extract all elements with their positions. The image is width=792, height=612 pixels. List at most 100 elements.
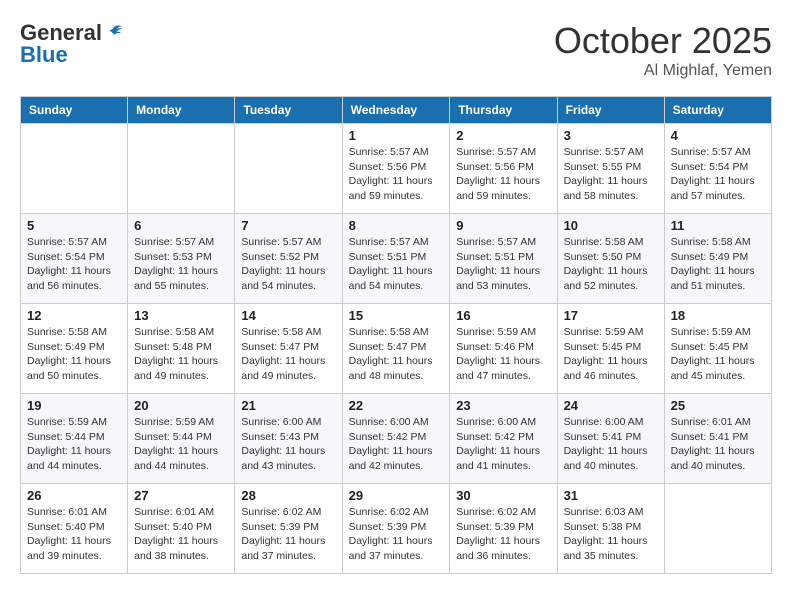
day-info: Sunrise: 6:00 AM Sunset: 5:42 PM Dayligh… <box>456 415 550 474</box>
calendar-cell: 28 Sunrise: 6:02 AM Sunset: 5:39 PM Dayli… <box>235 484 342 574</box>
day-number: 20 <box>134 398 228 413</box>
day-info: Sunrise: 5:59 AM Sunset: 5:46 PM Dayligh… <box>456 325 550 384</box>
day-of-week-header: Saturday <box>664 97 771 124</box>
calendar-cell <box>235 124 342 214</box>
day-info: Sunrise: 5:57 AM Sunset: 5:54 PM Dayligh… <box>671 145 765 204</box>
day-of-week-header: Wednesday <box>342 97 450 124</box>
calendar-cell: 9 Sunrise: 5:57 AM Sunset: 5:51 PM Daylig… <box>450 214 557 304</box>
calendar-cell: 5 Sunrise: 5:57 AM Sunset: 5:54 PM Daylig… <box>21 214 128 304</box>
calendar-cell: 27 Sunrise: 6:01 AM Sunset: 5:40 PM Dayli… <box>128 484 235 574</box>
calendar-cell: 1 Sunrise: 5:57 AM Sunset: 5:56 PM Daylig… <box>342 124 450 214</box>
day-number: 22 <box>349 398 444 413</box>
calendar-cell: 12Sunrise: 5:58 AM Sunset: 5:49 PM Dayli… <box>21 304 128 394</box>
calendar-cell: 31Sunrise: 6:03 AM Sunset: 5:38 PM Dayli… <box>557 484 664 574</box>
day-number: 13 <box>134 308 228 323</box>
day-info: Sunrise: 5:58 AM Sunset: 5:49 PM Dayligh… <box>671 235 765 294</box>
day-number: 17 <box>564 308 658 323</box>
calendar-cell: 10 Sunrise: 5:58 AM Sunset: 5:50 PM Dayli… <box>557 214 664 304</box>
day-info: Sunrise: 5:59 AM Sunset: 5:44 PM Dayligh… <box>27 415 121 474</box>
day-number: 4 <box>671 128 765 143</box>
day-info: Sunrise: 5:57 AM Sunset: 5:51 PM Dayligh… <box>456 235 550 294</box>
day-number: 14 <box>241 308 335 323</box>
day-number: 16 <box>456 308 550 323</box>
day-info: Sunrise: 6:03 AM Sunset: 5:38 PM Dayligh… <box>564 505 658 564</box>
calendar-cell: 26Sunrise: 6:01 AM Sunset: 5:40 PM Dayli… <box>21 484 128 574</box>
calendar-cell: 25 Sunrise: 6:01 AM Sunset: 5:41 PM Dayli… <box>664 394 771 484</box>
calendar-cell <box>664 484 771 574</box>
day-number: 8 <box>349 218 444 233</box>
calendar-cell: 7 Sunrise: 5:57 AM Sunset: 5:52 PM Daylig… <box>235 214 342 304</box>
calendar-cell: 29 Sunrise: 6:02 AM Sunset: 5:39 PM Dayli… <box>342 484 450 574</box>
day-number: 30 <box>456 488 550 503</box>
day-info: Sunrise: 5:59 AM Sunset: 5:45 PM Dayligh… <box>671 325 765 384</box>
day-info: Sunrise: 5:57 AM Sunset: 5:54 PM Dayligh… <box>27 235 121 294</box>
calendar-cell: 2Sunrise: 5:57 AM Sunset: 5:56 PM Daylig… <box>450 124 557 214</box>
day-number: 12 <box>27 308 121 323</box>
day-info: Sunrise: 5:58 AM Sunset: 5:47 PM Dayligh… <box>241 325 335 384</box>
day-number: 24 <box>564 398 658 413</box>
day-number: 2 <box>456 128 550 143</box>
day-number: 9 <box>456 218 550 233</box>
calendar-cell: 3 Sunrise: 5:57 AM Sunset: 5:55 PM Daylig… <box>557 124 664 214</box>
day-number: 29 <box>349 488 444 503</box>
day-info: Sunrise: 5:58 AM Sunset: 5:50 PM Dayligh… <box>564 235 658 294</box>
calendar-cell: 19 Sunrise: 5:59 AM Sunset: 5:44 PM Dayli… <box>21 394 128 484</box>
day-info: Sunrise: 6:02 AM Sunset: 5:39 PM Dayligh… <box>456 505 550 564</box>
day-of-week-header: Tuesday <box>235 97 342 124</box>
location: Al Mighlaf, Yemen <box>554 62 772 80</box>
calendar-cell: 18 Sunrise: 5:59 AM Sunset: 5:45 PM Dayli… <box>664 304 771 394</box>
calendar-cell: 24 Sunrise: 6:00 AM Sunset: 5:41 PM Dayli… <box>557 394 664 484</box>
day-number: 27 <box>134 488 228 503</box>
calendar-cell: 23 Sunrise: 6:00 AM Sunset: 5:42 PM Dayli… <box>450 394 557 484</box>
logo: General Blue <box>20 20 124 68</box>
calendar-cell <box>21 124 128 214</box>
calendar-cell: 22 Sunrise: 6:00 AM Sunset: 5:42 PM Dayli… <box>342 394 450 484</box>
calendar-cell: 14 Sunrise: 5:58 AM Sunset: 5:47 PM Dayli… <box>235 304 342 394</box>
calendar-cell: 20 Sunrise: 5:59 AM Sunset: 5:44 PM Dayli… <box>128 394 235 484</box>
day-of-week-header: Sunday <box>21 97 128 124</box>
calendar-cell: 30 Sunrise: 6:02 AM Sunset: 5:39 PM Dayli… <box>450 484 557 574</box>
calendar-cell: 15 Sunrise: 5:58 AM Sunset: 5:47 PM Dayli… <box>342 304 450 394</box>
day-info: Sunrise: 5:57 AM Sunset: 5:53 PM Dayligh… <box>134 235 228 294</box>
day-info: Sunrise: 5:57 AM Sunset: 5:56 PM Dayligh… <box>349 145 444 204</box>
day-number: 6 <box>134 218 228 233</box>
day-number: 1 <box>349 128 444 143</box>
day-info: Sunrise: 5:59 AM Sunset: 5:44 PM Dayligh… <box>134 415 228 474</box>
day-number: 25 <box>671 398 765 413</box>
day-info: Sunrise: 6:01 AM Sunset: 5:40 PM Dayligh… <box>27 505 121 564</box>
day-number: 10 <box>564 218 658 233</box>
day-info: Sunrise: 5:59 AM Sunset: 5:45 PM Dayligh… <box>564 325 658 384</box>
calendar-cell: 8 Sunrise: 5:57 AM Sunset: 5:51 PM Daylig… <box>342 214 450 304</box>
day-info: Sunrise: 6:00 AM Sunset: 5:42 PM Dayligh… <box>349 415 444 474</box>
calendar-cell: 11Sunrise: 5:58 AM Sunset: 5:49 PM Dayli… <box>664 214 771 304</box>
day-info: Sunrise: 5:57 AM Sunset: 5:55 PM Dayligh… <box>564 145 658 204</box>
calendar-table: SundayMondayTuesdayWednesdayThursdayFrid… <box>20 96 772 574</box>
day-number: 21 <box>241 398 335 413</box>
day-number: 28 <box>241 488 335 503</box>
day-info: Sunrise: 5:58 AM Sunset: 5:47 PM Dayligh… <box>349 325 444 384</box>
day-info: Sunrise: 6:00 AM Sunset: 5:41 PM Dayligh… <box>564 415 658 474</box>
day-info: Sunrise: 5:57 AM Sunset: 5:51 PM Dayligh… <box>349 235 444 294</box>
day-number: 18 <box>671 308 765 323</box>
day-info: Sunrise: 6:00 AM Sunset: 5:43 PM Dayligh… <box>241 415 335 474</box>
day-number: 23 <box>456 398 550 413</box>
day-number: 7 <box>241 218 335 233</box>
calendar-cell: 4 Sunrise: 5:57 AM Sunset: 5:54 PM Daylig… <box>664 124 771 214</box>
day-number: 5 <box>27 218 121 233</box>
month-title: October 2025 <box>554 20 772 62</box>
day-number: 3 <box>564 128 658 143</box>
calendar-cell <box>128 124 235 214</box>
calendar-cell: 17 Sunrise: 5:59 AM Sunset: 5:45 PM Dayli… <box>557 304 664 394</box>
day-info: Sunrise: 6:01 AM Sunset: 5:41 PM Dayligh… <box>671 415 765 474</box>
day-number: 15 <box>349 308 444 323</box>
day-number: 19 <box>27 398 121 413</box>
page-header: General Blue October 2025 Al Mighlaf, Ye… <box>20 20 772 80</box>
day-info: Sunrise: 6:01 AM Sunset: 5:40 PM Dayligh… <box>134 505 228 564</box>
calendar-cell: 13Sunrise: 5:58 AM Sunset: 5:48 PM Dayli… <box>128 304 235 394</box>
calendar-cell: 16 Sunrise: 5:59 AM Sunset: 5:46 PM Dayli… <box>450 304 557 394</box>
day-info: Sunrise: 5:57 AM Sunset: 5:52 PM Dayligh… <box>241 235 335 294</box>
logo-blue-text: Blue <box>20 42 68 68</box>
day-info: Sunrise: 6:02 AM Sunset: 5:39 PM Dayligh… <box>241 505 335 564</box>
day-info: Sunrise: 6:02 AM Sunset: 5:39 PM Dayligh… <box>349 505 444 564</box>
day-of-week-header: Monday <box>128 97 235 124</box>
